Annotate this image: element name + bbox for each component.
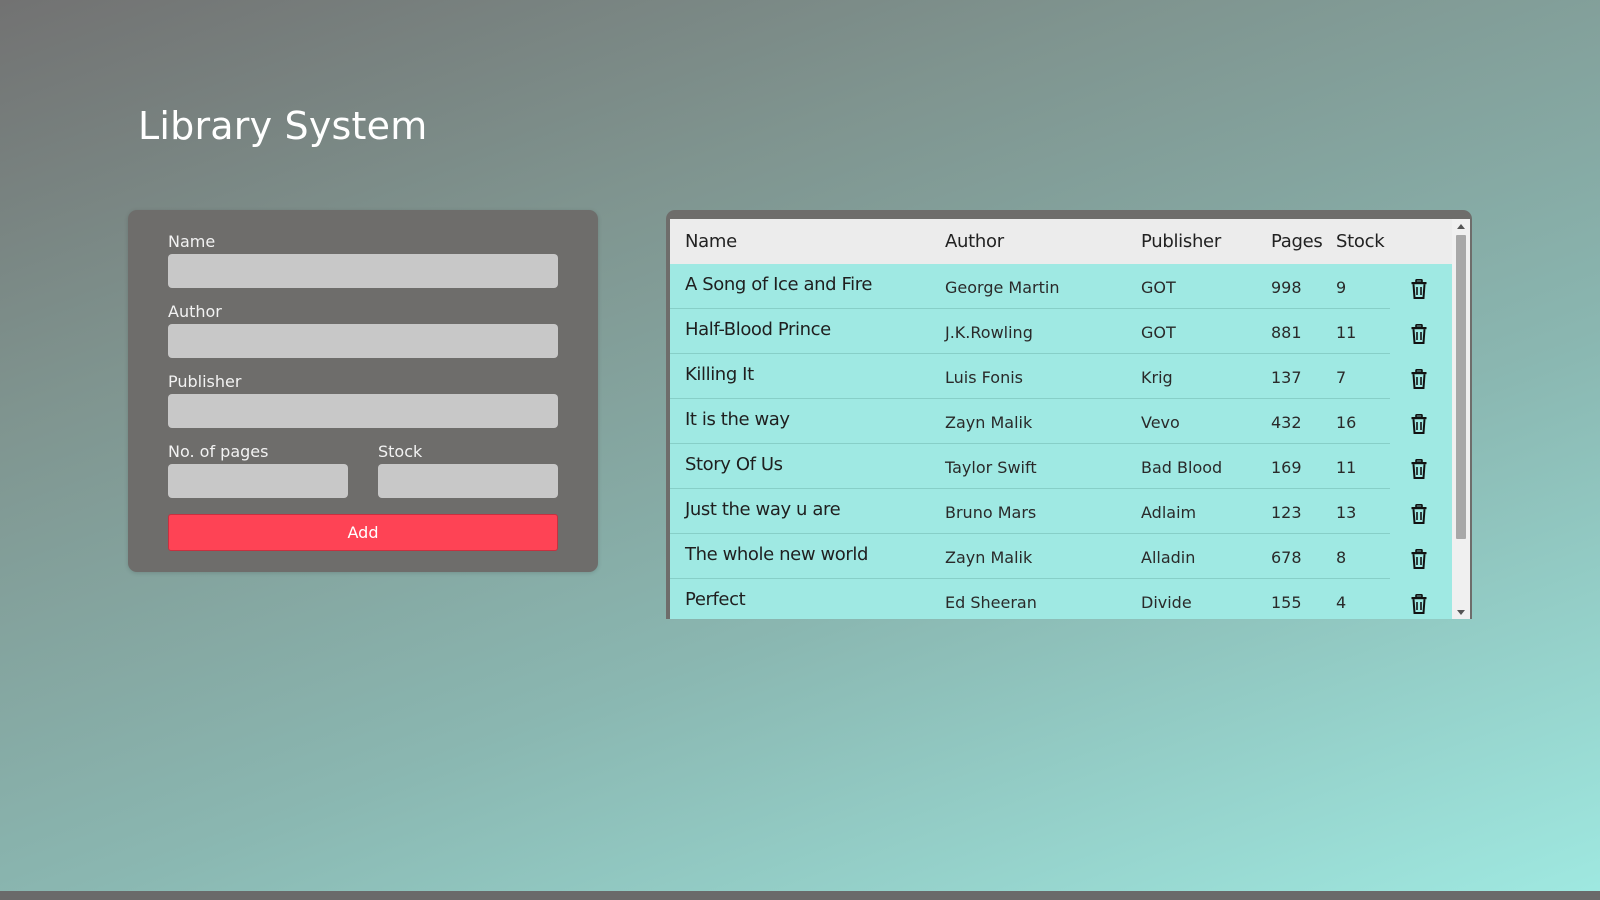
bottom-bar: [0, 891, 1600, 900]
trash-icon[interactable]: [1410, 414, 1428, 434]
cell-pages: 169: [1271, 458, 1302, 477]
publisher-label: Publisher: [168, 372, 242, 391]
cell-stock: 7: [1336, 368, 1347, 387]
table-row: A Song of Ice and Fire George Martin GOT 99…: [670, 264, 1452, 309]
cell-pages: 998: [1271, 278, 1302, 297]
cell-author: Bruno Mars: [945, 503, 1037, 522]
cell-stock: 16: [1336, 413, 1357, 432]
cell-name: It is the way: [685, 409, 790, 430]
cell-publisher: Vevo: [1141, 413, 1180, 432]
cell-author: Ed Sheeran: [945, 593, 1037, 612]
trash-icon[interactable]: [1410, 459, 1428, 479]
cell-author: Luis Fonis: [945, 368, 1023, 387]
cell-pages: 678: [1271, 548, 1302, 567]
cell-name: Just the way u are: [685, 499, 841, 520]
author-input[interactable]: [168, 324, 558, 358]
books-table: Name Author Publisher Pages Stock A Song…: [670, 219, 1470, 619]
pages-label: No. of pages: [168, 442, 269, 461]
trash-icon[interactable]: [1410, 369, 1428, 389]
table-header: Name Author Publisher Pages Stock: [670, 219, 1452, 264]
name-input[interactable]: [168, 254, 558, 288]
add-button[interactable]: Add: [168, 514, 558, 551]
cell-stock: 11: [1336, 323, 1357, 342]
cell-name: The whole new world: [685, 544, 869, 565]
column-header-pages: Pages: [1271, 231, 1323, 252]
cell-publisher: GOT: [1141, 278, 1176, 297]
stock-input[interactable]: [378, 464, 558, 498]
cell-name: Perfect: [685, 589, 746, 610]
cell-author: Taylor Swift: [945, 458, 1037, 477]
cell-pages: 123: [1271, 503, 1302, 522]
cell-author: George Martin: [945, 278, 1060, 297]
cell-publisher: GOT: [1141, 323, 1176, 342]
cell-name: Half-Blood Prince: [685, 319, 831, 340]
cell-publisher: Alladin: [1141, 548, 1196, 567]
cell-publisher: Divide: [1141, 593, 1192, 612]
cell-publisher: Adlaim: [1141, 503, 1197, 522]
cell-stock: 11: [1336, 458, 1357, 477]
trash-icon[interactable]: [1410, 594, 1428, 614]
trash-icon[interactable]: [1410, 504, 1428, 524]
cell-name: Killing It: [685, 364, 754, 385]
table-row: It is the way Zayn Malik Vevo 432 16: [670, 399, 1452, 444]
cell-name: A Song of Ice and Fire: [685, 274, 873, 295]
cell-stock: 4: [1336, 593, 1347, 612]
cell-author: Zayn Malik: [945, 548, 1033, 567]
cell-name: Story Of Us: [685, 454, 783, 475]
cell-publisher: Krig: [1141, 368, 1173, 387]
trash-icon[interactable]: [1410, 279, 1428, 299]
table-row: The whole new world Zayn Malik Alladin 678 8: [670, 534, 1452, 579]
column-header-name: Name: [685, 231, 737, 252]
add-book-form: Name Author Publisher No. of pages Stock…: [128, 210, 598, 572]
stock-label: Stock: [378, 442, 423, 461]
table-body: A Song of Ice and Fire George Martin GOT 99…: [670, 264, 1452, 619]
trash-icon[interactable]: [1410, 324, 1428, 344]
publisher-input[interactable]: [168, 394, 558, 428]
cell-stock: 8: [1336, 548, 1347, 567]
column-header-publisher: Publisher: [1141, 231, 1221, 252]
trash-icon[interactable]: [1410, 549, 1428, 569]
pages-input[interactable]: [168, 464, 348, 498]
table-scrollbar[interactable]: [1452, 219, 1470, 619]
table-row: Just the way u are Bruno Mars Adlaim 123 13: [670, 489, 1452, 534]
cell-pages: 432: [1271, 413, 1302, 432]
table-row: Killing It Luis Fonis Krig 137 7: [670, 354, 1452, 399]
column-header-stock: Stock: [1336, 231, 1385, 252]
books-table-panel: Name Author Publisher Pages Stock A Song…: [666, 210, 1472, 619]
name-label: Name: [168, 232, 216, 251]
cell-author: J.K.Rowling: [945, 323, 1033, 342]
cell-pages: 155: [1271, 593, 1302, 612]
scrollbar-thumb[interactable]: [1456, 235, 1466, 539]
cell-stock: 9: [1336, 278, 1347, 297]
cell-publisher: Bad Blood: [1141, 458, 1223, 477]
author-label: Author: [168, 302, 222, 321]
table-row: Half-Blood Prince J.K.Rowling GOT 881 11: [670, 309, 1452, 354]
table-row: Story Of Us Taylor Swift Bad Blood 169 11: [670, 444, 1452, 489]
scroll-up-arrow-icon[interactable]: [1452, 219, 1470, 233]
scroll-down-arrow-icon[interactable]: [1452, 605, 1470, 619]
cell-stock: 13: [1336, 503, 1357, 522]
column-header-author: Author: [945, 231, 1004, 252]
page-title: Library System: [138, 104, 428, 148]
table-row: Perfect Ed Sheeran Divide 155 4: [670, 579, 1452, 619]
cell-pages: 137: [1271, 368, 1302, 387]
cell-pages: 881: [1271, 323, 1302, 342]
cell-author: Zayn Malik: [945, 413, 1033, 432]
